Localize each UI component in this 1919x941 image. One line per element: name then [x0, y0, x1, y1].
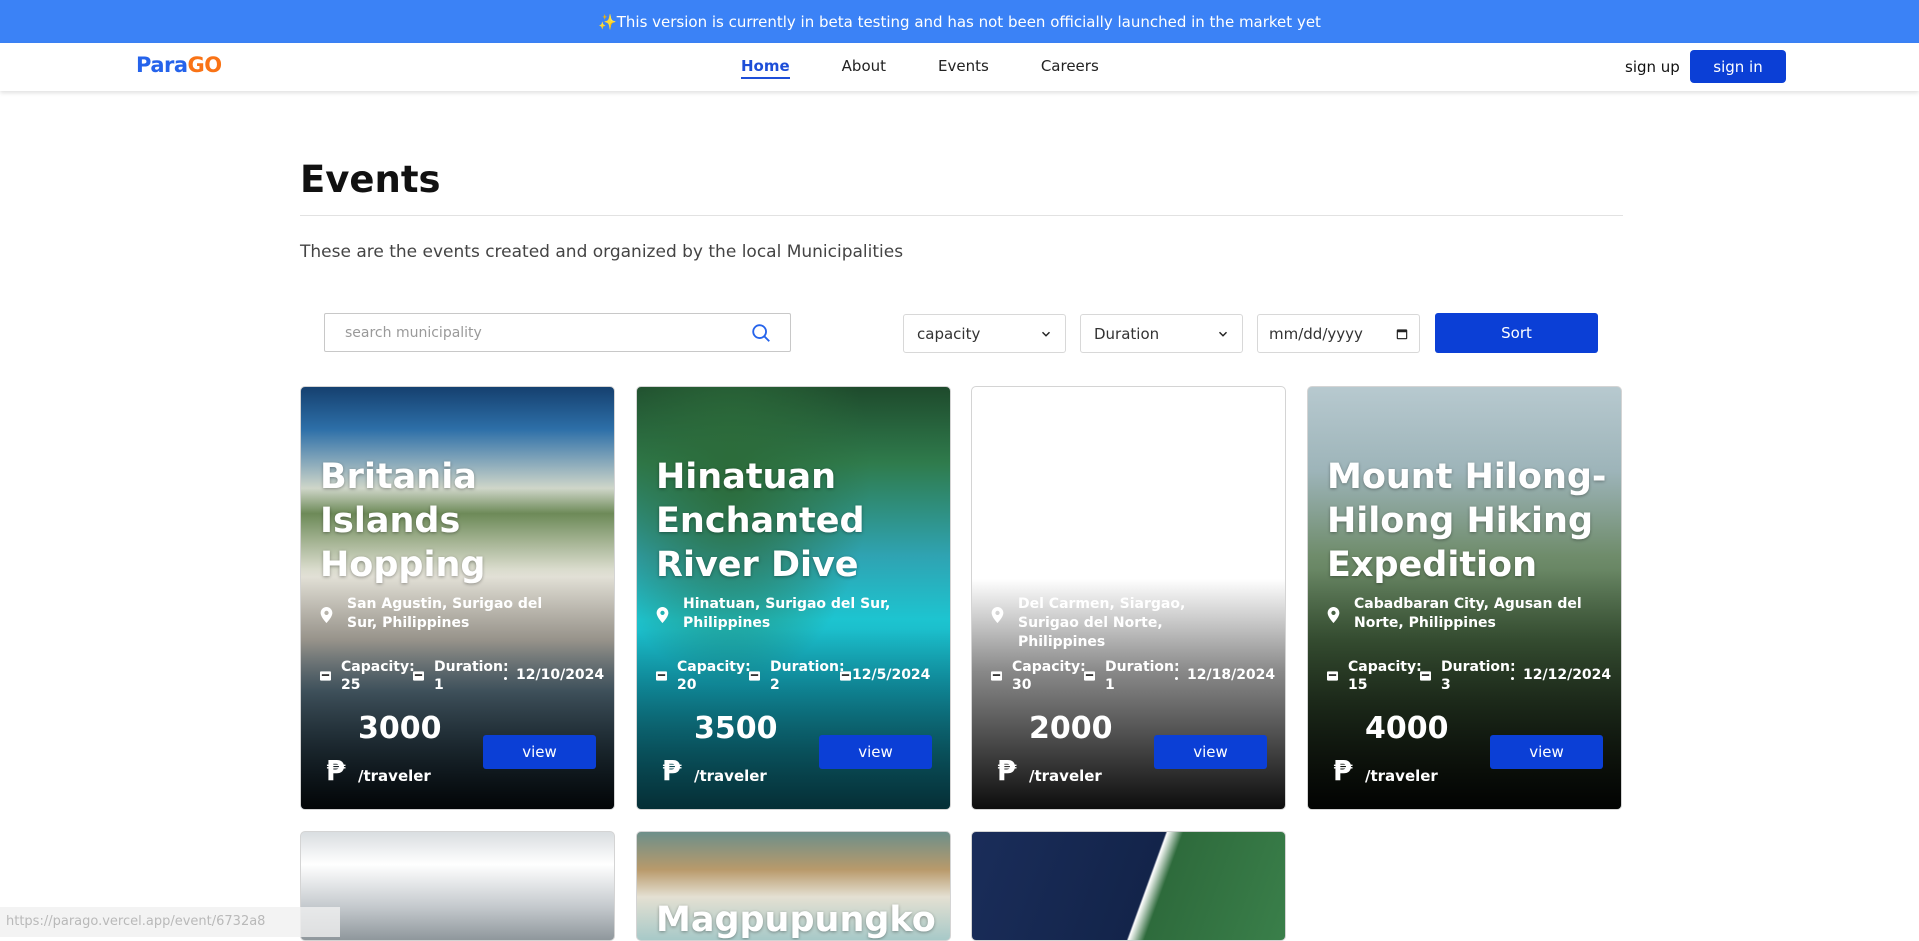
sign-in-button[interactable]: sign in	[1690, 50, 1786, 83]
logo[interactable]: ParaGO	[136, 53, 222, 77]
date-input[interactable]: mm/dd/yyyy	[1257, 314, 1420, 353]
ticket-icon	[1327, 671, 1338, 681]
ticket-icon	[1084, 671, 1095, 681]
event-title: Magpupungko	[656, 900, 936, 940]
event-price-unit: /traveler	[358, 767, 431, 785]
event-duration: Duration: 2	[770, 659, 845, 693]
event-price: 3500	[694, 711, 778, 746]
beta-banner-text: ✨This version is currently in beta testi…	[598, 12, 1321, 31]
event-card[interactable]: Del Carmen, Siargao, Surigao del Norte, …	[971, 386, 1286, 810]
view-button[interactable]: view	[1490, 735, 1603, 769]
event-price-unit: /traveler	[1365, 767, 1438, 785]
peso-icon: ₱	[326, 754, 346, 787]
event-card[interactable]	[300, 831, 615, 941]
ticket-icon	[320, 671, 331, 681]
peso-icon: ₱	[662, 754, 682, 787]
location-pin-icon	[1327, 607, 1340, 623]
duration-select-value: Duration	[1094, 324, 1160, 343]
sign-up-link[interactable]: sign up	[1625, 58, 1680, 76]
chevron-down-icon	[1041, 331, 1051, 337]
search-box	[324, 313, 791, 352]
location-pin-icon	[656, 607, 669, 623]
event-location: Del Carmen, Siargao, Surigao del Norte, …	[1018, 596, 1186, 650]
navbar: ParaGO Home About Events Careers sign up…	[0, 43, 1919, 91]
chevron-down-icon	[1218, 331, 1228, 337]
peso-icon: ₱	[997, 754, 1017, 787]
event-price: 3000	[358, 711, 442, 746]
event-price-unit: /traveler	[1029, 767, 1102, 785]
ticket-icon	[991, 671, 1002, 681]
title-divider	[300, 215, 1623, 216]
event-title: Hinatuan Enchanted River Dive	[656, 457, 865, 585]
event-date: 12/5/2024	[852, 667, 931, 683]
event-capacity: Capacity: 25	[341, 659, 415, 693]
event-duration: Duration: 3	[1441, 659, 1516, 693]
duration-select[interactable]: Duration	[1080, 314, 1243, 353]
calendar-icon[interactable]	[1395, 327, 1409, 341]
search-input[interactable]	[326, 315, 746, 350]
event-card[interactable]	[971, 831, 1286, 941]
event-date: 12/12/2024	[1523, 667, 1612, 683]
event-capacity: Capacity: 15	[1348, 659, 1422, 693]
nav-events-link[interactable]: Events	[938, 57, 989, 79]
nav-links: Home About Events Careers	[741, 57, 1151, 79]
ticket-icon	[749, 671, 760, 681]
view-button[interactable]: view	[819, 735, 932, 769]
event-price: 4000	[1365, 711, 1449, 746]
view-button[interactable]: view	[483, 735, 596, 769]
event-card[interactable]: Hinatuan Enchanted River Dive Hinatuan, …	[636, 386, 951, 810]
event-location: Hinatuan, Surigao del Sur, Philippines	[683, 596, 891, 631]
ticket-icon	[413, 671, 424, 681]
sort-button[interactable]: Sort	[1435, 313, 1598, 353]
event-date: 12/10/2024	[516, 667, 605, 683]
event-capacity: Capacity: 30	[1012, 659, 1086, 693]
nav-home-link[interactable]: Home	[741, 57, 790, 79]
event-date: 12/18/2024	[1187, 667, 1276, 683]
ticket-icon	[656, 671, 667, 681]
event-price-unit: /traveler	[694, 767, 767, 785]
nav-careers-link[interactable]: Careers	[1041, 57, 1099, 79]
peso-icon: ₱	[1333, 754, 1353, 787]
ticket-icon	[1420, 671, 1431, 681]
status-url: https://parago.vercel.app/event/6732a8	[0, 907, 340, 937]
search-icon[interactable]	[750, 322, 772, 344]
beta-banner: ✨This version is currently in beta testi…	[0, 0, 1919, 43]
page-title: Events	[300, 158, 441, 201]
event-capacity: Capacity: 20	[677, 659, 751, 693]
location-pin-icon	[320, 607, 333, 623]
event-title: Britania Islands Hopping	[320, 457, 486, 585]
date-input-placeholder: mm/dd/yyyy	[1269, 324, 1363, 343]
event-title: Mount Hilong-Hilong Hiking Expedition	[1327, 457, 1607, 585]
event-duration: Duration: 1	[434, 659, 509, 693]
ticket-icon	[840, 671, 851, 681]
capacity-select[interactable]: capacity	[903, 314, 1066, 353]
event-location: Cabadbaran City, Agusan del Norte, Phili…	[1354, 596, 1582, 631]
page-subtitle: These are the events created and organiz…	[300, 242, 904, 262]
event-card[interactable]: Magpupungko	[636, 831, 951, 941]
event-card[interactable]: Britania Islands Hopping San Agustin, Su…	[300, 386, 615, 810]
event-duration: Duration: 1	[1105, 659, 1180, 693]
location-pin-icon	[991, 607, 1004, 623]
nav-about-link[interactable]: About	[842, 57, 886, 79]
event-card[interactable]: Mount Hilong-Hilong Hiking Expedition Ca…	[1307, 386, 1622, 810]
event-location: San Agustin, Surigao del Sur, Philippine…	[347, 596, 543, 631]
event-price: 2000	[1029, 711, 1113, 746]
view-button[interactable]: view	[1154, 735, 1267, 769]
capacity-select-value: capacity	[917, 324, 981, 343]
